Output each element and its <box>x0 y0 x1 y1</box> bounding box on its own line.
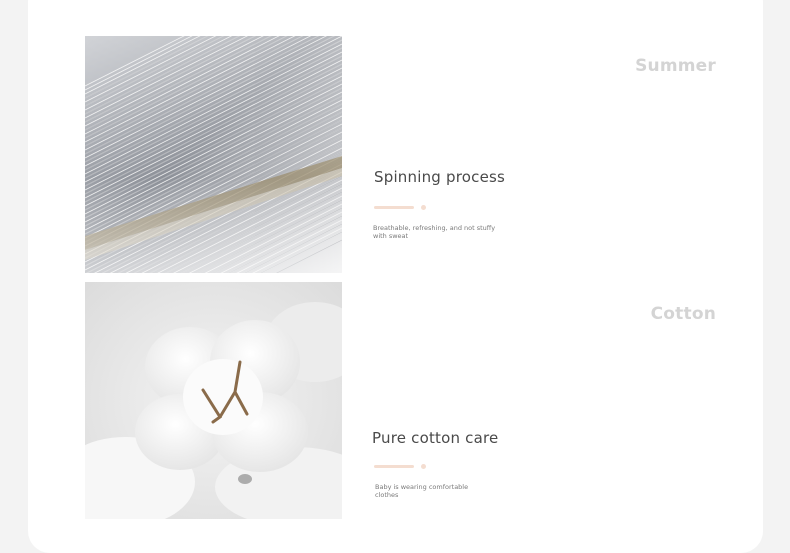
cotton-boll-photo <box>85 282 342 519</box>
pure-cotton-care-caption: Baby is wearing comfortable clothes <box>375 483 469 499</box>
accent-line <box>374 465 414 468</box>
loom-threads-photo <box>85 36 342 273</box>
accent-line <box>374 206 414 209</box>
spinning-process-caption: Breathable, refreshing, and not stuffy w… <box>373 224 496 240</box>
summer-watermark: Summer <box>635 56 716 76</box>
accent-dot <box>421 205 426 210</box>
spinning-process-title: Spinning process <box>374 168 506 186</box>
pure-cotton-care-title: Pure cotton care <box>372 429 499 447</box>
cotton-watermark: Cotton <box>650 304 716 324</box>
accent-dot <box>421 464 426 469</box>
